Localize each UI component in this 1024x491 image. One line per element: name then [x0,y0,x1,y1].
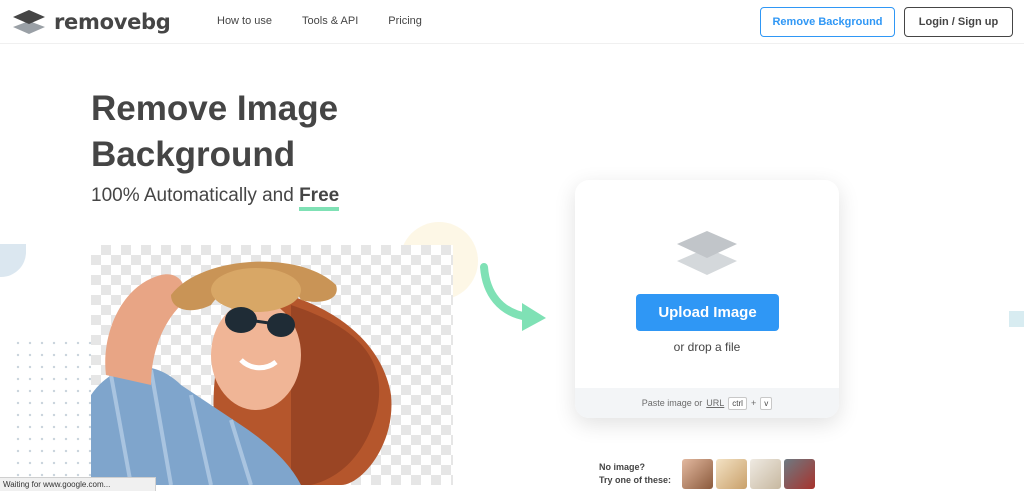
pointing-arrow-icon [480,263,546,331]
nav-pricing[interactable]: Pricing [388,15,422,27]
upload-image-button[interactable]: Upload Image [636,294,779,331]
decorative-dot-grid [12,337,92,477]
nav-tools-api[interactable]: Tools & API [302,15,358,27]
remove-background-button[interactable]: Remove Background [760,7,895,37]
samples-label: No image? Try one of these: [599,461,671,487]
samples-line-1: No image? [599,462,646,472]
sample-thumbnail-woman[interactable] [682,459,713,489]
paste-hint: Paste image or URL ctrl + v [575,388,839,418]
logo[interactable]: removebg [12,9,171,35]
decorative-half-circle [0,244,26,277]
upload-card[interactable]: Upload Image or drop a file Paste image … [575,180,839,418]
logo-text: removebg [54,10,171,34]
logo-text-bg: bg [141,10,171,34]
login-signup-button[interactable]: Login / Sign up [904,7,1013,37]
example-cutout-image [91,245,453,485]
page-title: Remove Image Background [91,89,339,174]
page-subtitle: 100% Automatically and Free [91,185,340,211]
key-ctrl: ctrl [728,396,747,410]
main-nav: How to use Tools & API Pricing [217,15,422,27]
nav-how-to-use[interactable]: How to use [217,15,272,27]
logo-layers-icon [13,10,45,34]
sample-thumbnail-dog[interactable] [716,459,747,489]
top-header: removebg How to use Tools & API Pricing … [0,0,1024,44]
layers-icon [677,231,737,275]
logo-text-remove: remove [54,10,142,34]
key-v: v [760,396,773,410]
paste-text: Paste image or [641,398,703,408]
drop-file-text: or drop a file [673,340,741,354]
samples-line-2: Try one of these: [599,475,672,485]
paste-url-link[interactable]: URL [706,398,724,408]
decorative-square [1009,311,1024,327]
browser-status-bar: Waiting for www.google.com... [0,477,156,491]
key-plus: + [750,398,757,408]
subtitle-free-highlight: Free [299,185,340,211]
woman-with-hat-illustration [91,261,392,485]
sample-thumbnail-car[interactable] [784,459,815,489]
sample-thumbnail-product[interactable] [750,459,781,489]
subtitle-text: 100% Automatically and [91,185,300,206]
